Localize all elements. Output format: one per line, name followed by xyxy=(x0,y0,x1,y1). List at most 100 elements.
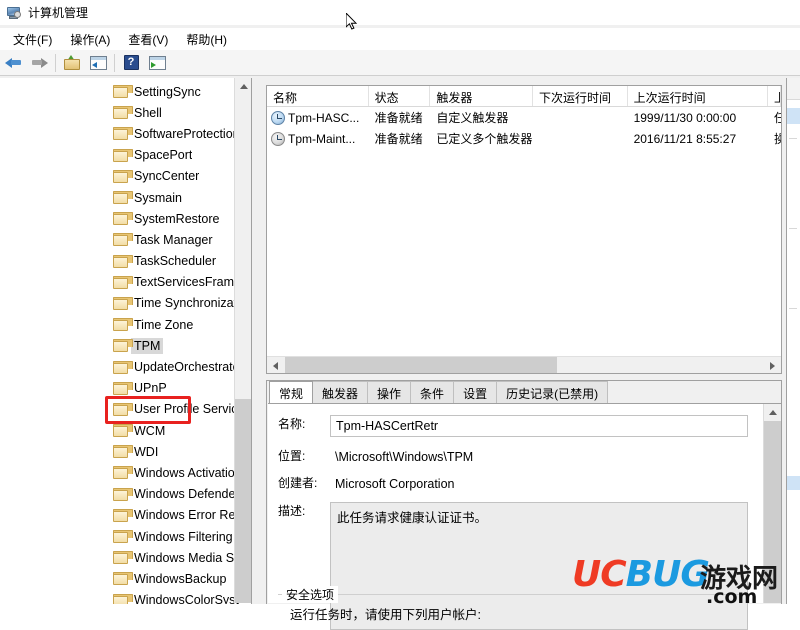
actions-pane[interactable] xyxy=(786,78,800,604)
task-cell-last_result: 任务尚 xyxy=(768,109,781,126)
task-clock-disabled-icon xyxy=(271,131,285,146)
tree-item-windowscolorsystem[interactable]: WindowsColorSystem xyxy=(0,590,240,604)
tree-item-wcm[interactable]: WCM xyxy=(0,420,240,441)
tree-item-softwareprotection[interactable]: SoftwareProtection xyxy=(0,123,240,144)
task-cell-last_run: 2016/11/21 8:55:27 xyxy=(633,131,737,146)
tree-item-windows-activation[interactable]: Windows Activation xyxy=(0,462,240,483)
actions-pane-row-3[interactable] xyxy=(789,308,797,309)
tree-item-task-manager[interactable]: Task Manager xyxy=(0,229,240,250)
help-button[interactable]: ? xyxy=(118,52,144,74)
menu-help[interactable]: 帮助(H) xyxy=(177,29,236,50)
column-header-4[interactable]: 上次运行时间 xyxy=(628,86,769,106)
tree-item-shell[interactable]: Shell xyxy=(0,102,240,123)
actions-pane-row-1[interactable] xyxy=(789,138,797,139)
tree-item-systemrestore[interactable]: SystemRestore xyxy=(0,208,240,229)
description-field-label: 描述: xyxy=(278,504,306,518)
folder-icon xyxy=(113,402,133,416)
tree-item-wdi[interactable]: WDI xyxy=(0,441,240,462)
toolbar-separator-2 xyxy=(114,53,115,72)
folder-icon xyxy=(113,85,133,99)
tab-0[interactable]: 常规 xyxy=(269,381,314,403)
task-cell-trigger: 自定义触发器 xyxy=(436,111,509,125)
tree-item-taskscheduler[interactable]: TaskScheduler xyxy=(0,251,240,272)
tree-item-windows-error-reporting[interactable]: Windows Error Reporting xyxy=(0,505,240,526)
task-row[interactable]: Tpm-Maint... 准备就绪 已定义多个触发器 2016/11/21 8:55:… xyxy=(267,128,781,149)
tab-1[interactable]: 触发器 xyxy=(312,381,369,403)
tab-5[interactable]: 历史记录(已禁用) xyxy=(496,381,609,403)
show-hide-console-tree-button[interactable] xyxy=(85,52,111,74)
column-header-5[interactable]: 上次运 xyxy=(768,86,781,106)
tree-item-settingsync[interactable]: SettingSync xyxy=(0,81,240,102)
tree-item-time-synchronization[interactable]: Time Synchronization xyxy=(0,293,240,314)
folder-icon xyxy=(113,593,133,604)
show-hide-action-pane-button[interactable] xyxy=(144,52,170,74)
tree-item-label: TaskScheduler xyxy=(134,254,216,269)
tree-scroll-up-button[interactable] xyxy=(235,78,251,95)
toolbar-separator-1 xyxy=(55,53,56,72)
horizontal-splitter[interactable] xyxy=(266,376,782,380)
list-scroll-right-button[interactable] xyxy=(764,357,781,373)
column-header-2[interactable]: 触发器 xyxy=(430,86,533,106)
field-row-location: 位置: \Microsoft\Windows\TPM xyxy=(268,447,781,467)
tree-item-label: UpdateOrchestrator xyxy=(134,360,240,375)
tree-item-label: User Profile Service xyxy=(134,402,240,417)
tree-vertical-scrollbar[interactable] xyxy=(234,78,251,603)
column-header-0[interactable]: 名称 xyxy=(267,86,369,106)
tree-item-user-profile-service[interactable]: User Profile Service xyxy=(0,399,240,420)
tree-item-label: Windows Media Sharing xyxy=(134,550,240,565)
tree-item-label: Windows Error Reporting xyxy=(134,508,240,523)
menu-action[interactable]: 操作(A) xyxy=(61,29,119,50)
tree-item-synccenter[interactable]: SyncCenter xyxy=(0,166,240,187)
task-properties-tabs[interactable]: 常规 触发器 操作 条件 设置 历史记录(已禁用) xyxy=(267,381,781,403)
tree-item-label: WindowsBackup xyxy=(134,571,227,586)
tab-3[interactable]: 条件 xyxy=(410,381,455,403)
console-tree-icon xyxy=(89,55,107,70)
tree-scrollbar-thumb[interactable] xyxy=(235,399,251,603)
tab-2[interactable]: 操作 xyxy=(367,381,412,403)
tree-item-spaceport[interactable]: SpacePort xyxy=(0,145,240,166)
tab-4[interactable]: 设置 xyxy=(453,381,498,403)
column-header-1[interactable]: 状态 xyxy=(369,86,431,106)
actions-pane-selected-item[interactable] xyxy=(787,108,800,124)
task-list-header[interactable]: 名称状态触发器下次运行时间上次运行时间上次运 xyxy=(267,86,781,107)
folder-icon xyxy=(113,381,133,395)
tree-item-windows-filtering[interactable]: Windows Filtering xyxy=(0,526,240,547)
list-scroll-left-button[interactable] xyxy=(267,357,284,373)
tree-item-updateorchestrator[interactable]: UpdateOrchestrator xyxy=(0,356,240,377)
actions-pane-selected-item-2[interactable] xyxy=(787,476,800,490)
task-row[interactable]: Tpm-HASC... 准备就绪自定义触发器 1999/11/30 0:00:00 任… xyxy=(267,107,781,128)
task-list-horizontal-scrollbar[interactable] xyxy=(267,356,781,373)
actions-pane-row-2[interactable] xyxy=(789,228,797,229)
detail-scroll-up-button[interactable] xyxy=(764,404,781,421)
task-list-view[interactable]: 名称状态触发器下次运行时间上次运行时间上次运 Tpm-HASC... 准备就绪自定… xyxy=(266,85,782,374)
task-properties-pane: 常规 触发器 操作 条件 设置 历史记录(已禁用) 名称: Tpm-HASCertRetr… xyxy=(266,380,782,630)
forward-button[interactable] xyxy=(26,52,52,74)
folder-icon xyxy=(113,296,133,310)
tree-item-label: SyncCenter xyxy=(134,169,200,184)
field-row-author: 创建者: Microsoft Corporation xyxy=(268,474,781,494)
detail-scrollbar-thumb[interactable] xyxy=(764,421,781,603)
menu-view[interactable]: 查看(V) xyxy=(119,29,177,50)
task-list-body[interactable]: Tpm-HASC... 准备就绪自定义触发器 1999/11/30 0:00:00 任… xyxy=(267,107,781,149)
name-field-value[interactable]: Tpm-HASCertRetr xyxy=(330,415,748,437)
menu-file[interactable]: 文件(F) xyxy=(4,29,61,50)
up-one-level-button[interactable] xyxy=(59,52,85,74)
tree-item-upnp[interactable]: UPnP xyxy=(0,378,240,399)
tree-item-windows-defender[interactable]: Windows Defender xyxy=(0,484,240,505)
column-header-3[interactable]: 下次运行时间 xyxy=(533,86,628,106)
back-button[interactable] xyxy=(0,52,26,74)
folder-icon xyxy=(113,339,133,353)
tree-item-windows-media-sharing[interactable]: Windows Media Sharing xyxy=(0,547,240,568)
tree-item-tpm[interactable]: TPM xyxy=(0,335,240,356)
task-detail-area: 名称状态触发器下次运行时间上次运行时间上次运 Tpm-HASC...准备就绪自定… xyxy=(266,77,784,630)
tree-item-windowsbackup[interactable]: WindowsBackup xyxy=(0,568,240,589)
tree-item-time-zone[interactable]: Time Zone xyxy=(0,314,240,335)
menu-bar: 文件(F) 操作(A) 查看(V) 帮助(H) xyxy=(0,28,800,50)
console-tree-pane[interactable]: SettingSync Shell SoftwareProtection SpaceP… xyxy=(0,78,252,604)
tree-item-sysmain[interactable]: Sysmain xyxy=(0,187,240,208)
tree-item-textservicesframework[interactable]: TextServicesFramework xyxy=(0,272,240,293)
list-scrollbar-thumb[interactable] xyxy=(285,357,557,373)
tree-item-label: WDI xyxy=(134,444,159,459)
detail-vertical-scrollbar[interactable] xyxy=(763,404,781,603)
computer-management-icon xyxy=(6,5,22,21)
